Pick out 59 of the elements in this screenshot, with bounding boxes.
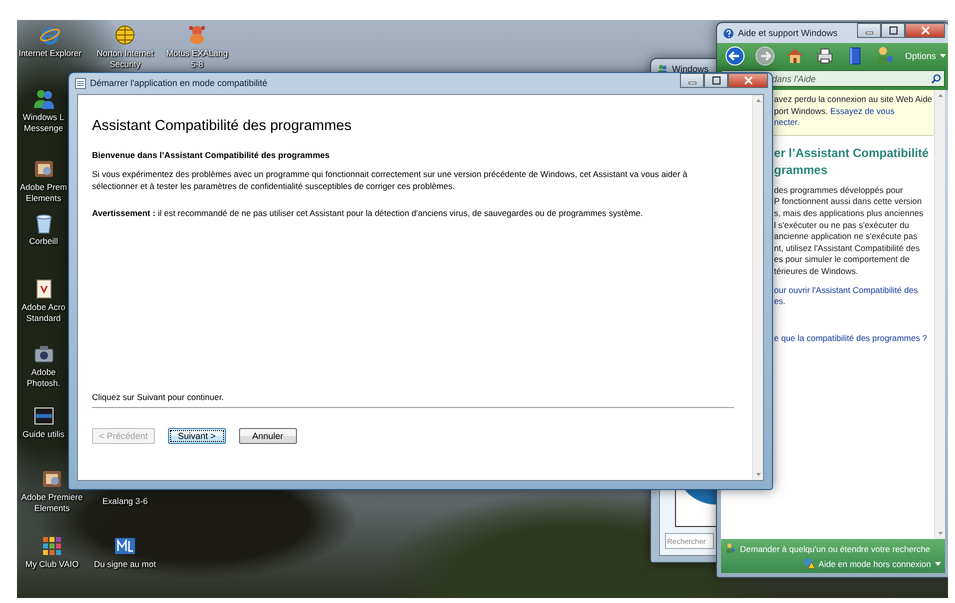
mascot-icon[interactable] [186,24,208,46]
people-icon [725,543,736,554]
shortcut-label[interactable]: Internet Explorer [18,48,82,59]
shortcut-label[interactable]: Adobe Acro Standard [19,302,68,324]
shortcut-label[interactable]: Adobe Prem Elements [19,182,68,204]
close-button[interactable] [728,73,768,88]
options-menu[interactable]: Options [905,50,946,60]
minimize-button[interactable] [680,73,704,88]
help-link[interactable]: e que la compatibilité des programmes ? [774,332,934,344]
camera-icon[interactable] [32,343,54,365]
minimize-button[interactable] [857,23,881,38]
close-button[interactable] [905,23,945,38]
window-title: Windows [672,64,709,74]
warning-paragraph: Avertissement : il est recommandé de ne pas utiliser cet Assistant pour la détection d'anciens virus, de sauvegardes ou de programmes système. [92,208,644,218]
people-icon[interactable] [32,88,54,110]
shortcut-label[interactable]: Norton Internet Security [92,48,158,70]
intro-paragraph: Si vous expérimentez des problèmes avec un programme qui fonctionnait correctement sur une version précédente de Windows, cet Assistant va vous aider à sélectionner et à tester les paramètres de confidentialité susceptibles de corriger ces problèmes. [92,169,688,192]
notice-text: avez perdu la connexion au site Web Aide [774,94,932,104]
shortcut-label[interactable]: Guide utilis [22,429,65,440]
back-button[interactable] [725,46,745,66]
shortcut-label[interactable]: Exalang 3-6 [102,496,148,507]
help-icon [723,28,734,38]
shortcut-label[interactable]: Adobe Photosh. [19,367,68,389]
wizard-button[interactable]: Annuler [238,428,297,444]
close-icon [920,26,930,35]
warning-globe-icon [804,558,815,569]
search-icon[interactable] [931,74,941,84]
list-window-icon [75,78,86,88]
maximize-icon [712,76,720,85]
wizard-button[interactable]: Suivant > [168,428,226,444]
window-title: Démarrer l'application en mode compatibilité [90,78,268,88]
maximize-icon [888,26,898,35]
article-heading: er l’Assistant Compatibilité grammes [774,144,930,179]
shortcut-label[interactable]: Windows L Messenge [19,112,68,134]
card-icon[interactable] [114,535,136,557]
shortcut-label[interactable]: My Club VAIO [25,559,79,570]
shortcut-label[interactable]: Corbeill [29,236,58,247]
caret-icon [935,562,941,566]
shortcut-label[interactable]: Du signe au mot [94,559,156,570]
notice-text: port Windows. [774,106,828,116]
retry-link[interactable]: Essayez de vous [830,106,894,116]
screen-icon[interactable] [32,405,54,427]
maximize-button[interactable] [704,73,728,88]
window-title: Aide et support Windows [738,28,838,38]
caret-icon [940,54,946,58]
grid-icon[interactable] [41,535,63,557]
help-link[interactable]: our ouvrir l'Assistant Compatibilité des es. [774,284,934,308]
shortcut-label[interactable]: Adobe Premiere Elements [17,492,87,514]
maximize-button[interactable] [881,23,905,38]
article-paragraph: des programmes développés pour P fonctionnent aussi dans cette version s, mais des applications plus anciennes l s'exécuter ou ne pas s'exécuter du ancienne application ne s'exécute pas nt, utilisez l'Assistant Compatibilité des es pour simuler le comportement de térieures de Windows. [774,184,924,278]
wizard-heading: Assistant Compatibilité des programmes [92,118,352,134]
close-icon [744,76,752,85]
wizard-subheading: Bienvenue dans l’Assistant Compatibilité des programmes [92,150,331,160]
print-button[interactable] [815,46,835,66]
offline-help-menu[interactable]: Aide en mode hors connexion [818,558,941,568]
retry-link[interactable]: necter. [774,117,800,128]
ask-person-button[interactable] [875,46,895,66]
instruction-text: Cliquez sur Suivant pour continuer. [92,392,734,408]
globe-icon[interactable] [114,24,136,46]
